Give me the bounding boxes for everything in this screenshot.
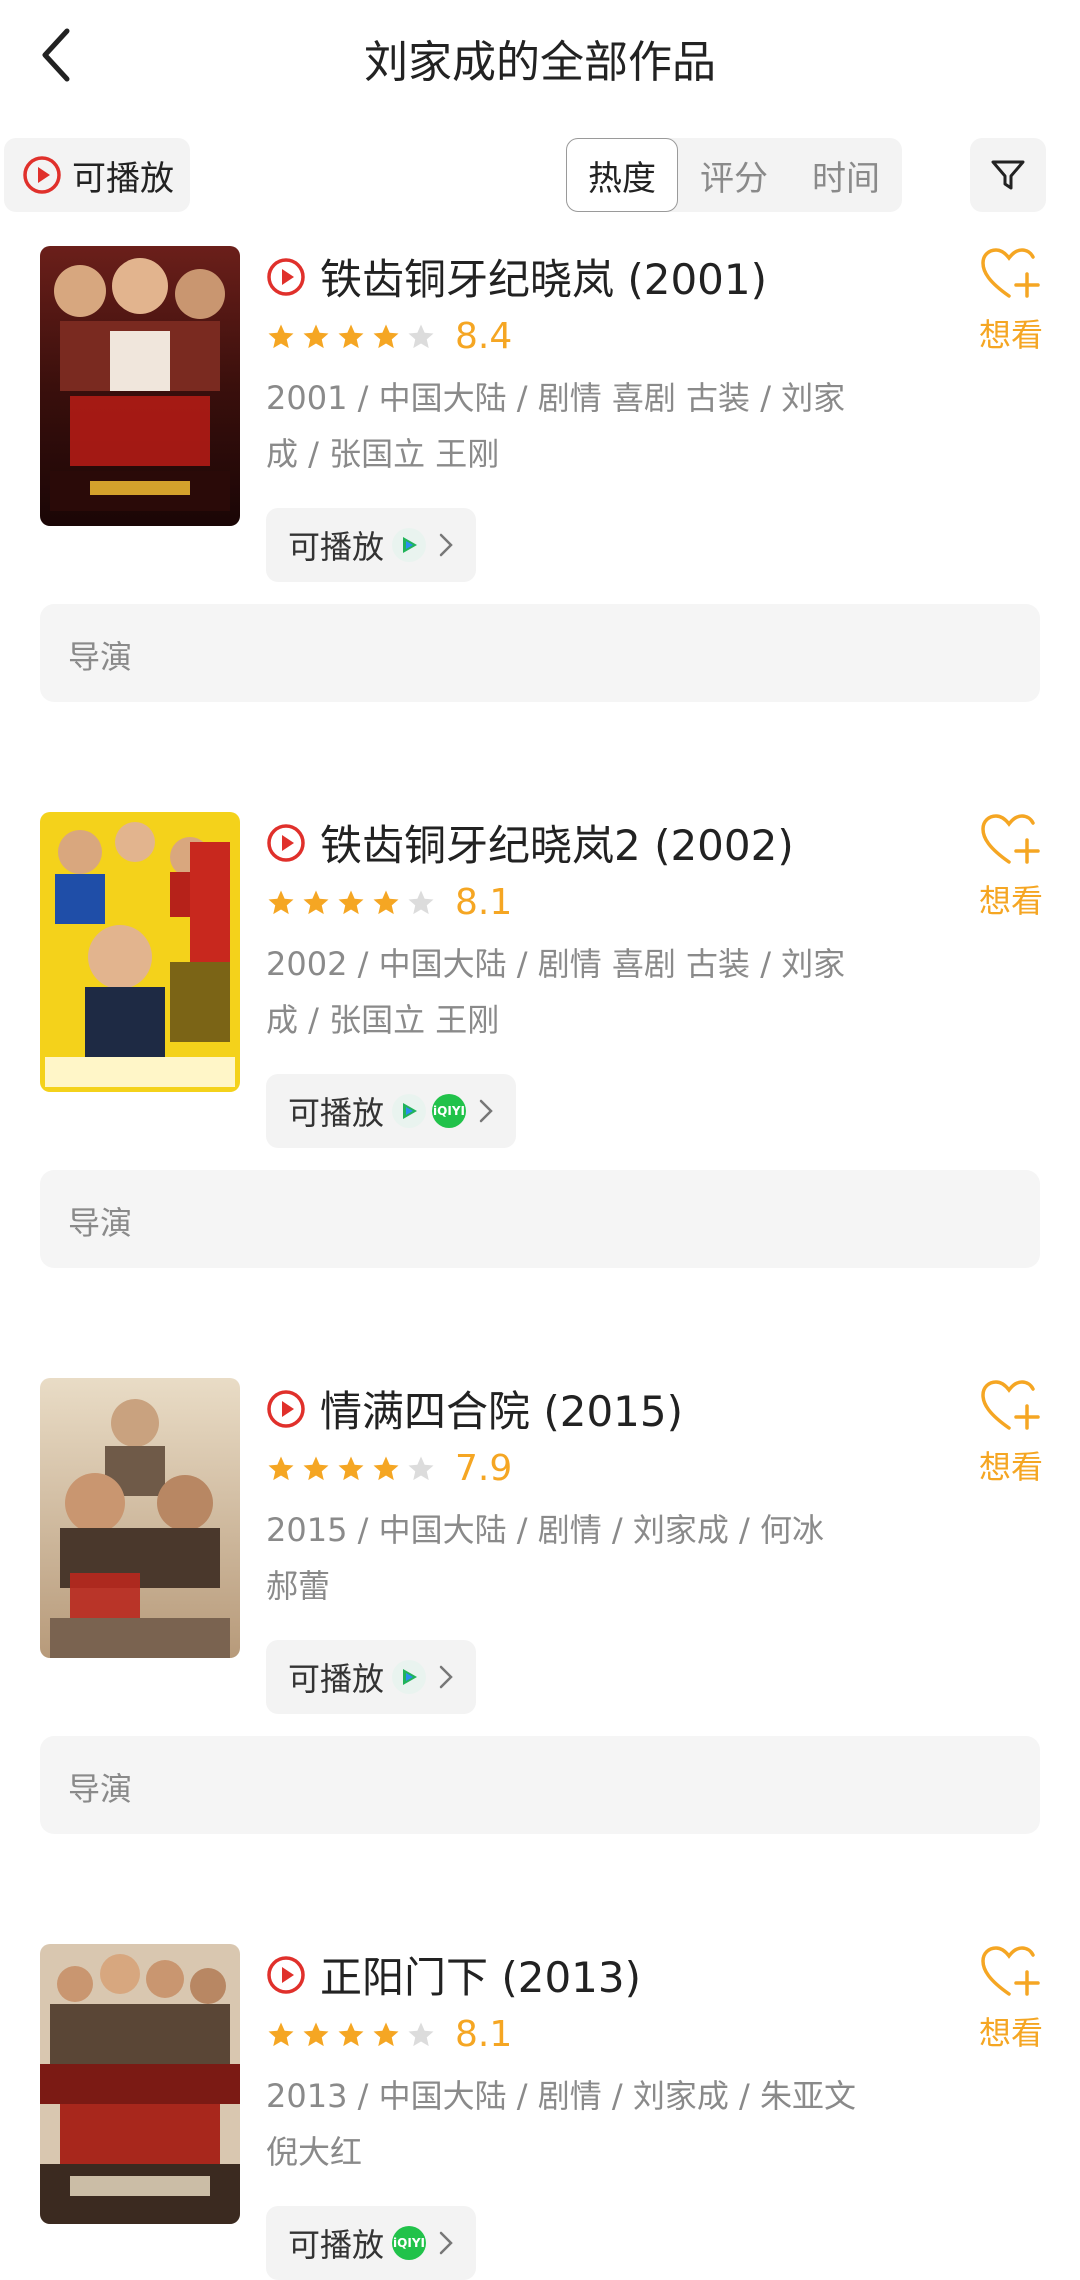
work-title-text: 情满四合院 (2015) xyxy=(320,1387,684,1436)
heart-plus-icon xyxy=(981,1946,1040,1996)
playable-filter-chip[interactable]: 可播放 xyxy=(4,138,190,212)
poster-image[interactable] xyxy=(40,1944,240,2224)
work-title[interactable]: 铁齿铜牙纪晓岚 (2001) xyxy=(266,246,767,307)
director-section: 导演 xyxy=(40,604,1040,702)
want-label: 想看 xyxy=(978,1448,1043,1486)
star-filled-icon xyxy=(338,1456,364,1480)
top-nav-bar: 刘家成的全部作品 xyxy=(0,0,1080,110)
star-filled-icon xyxy=(268,324,294,348)
work-title-text: 铁齿铜牙纪晓岚 (2001) xyxy=(320,255,768,304)
rating-score: 8.1 xyxy=(455,2014,513,2055)
playable-button[interactable]: 可播放 xyxy=(266,508,477,582)
star-empty-icon xyxy=(408,2022,434,2046)
playable-filter-label: 可播放 xyxy=(72,158,174,199)
chevron-right-icon xyxy=(439,1665,453,1689)
playable-label: 可播放 xyxy=(288,1094,385,1132)
star-filled-icon xyxy=(268,1456,294,1480)
chevron-right-icon xyxy=(439,533,453,557)
work-meta: 2013 / 中国大陆 / 剧情 / 刘家成 / 朱亚文 倪大红 xyxy=(266,2077,856,2171)
play-circle-icon xyxy=(267,1955,305,1994)
want-to-watch-button[interactable]: 想看 xyxy=(966,812,1056,922)
star-filled-icon xyxy=(373,2022,399,2046)
tencent-video-icon xyxy=(392,528,427,562)
rating-row: 8.4 xyxy=(266,316,512,357)
work-title-text: 铁齿铜牙纪晓岚2 (2002) xyxy=(320,821,794,870)
director-label: 导演 xyxy=(68,1204,133,1242)
director-section: 导演 xyxy=(40,1170,1040,1268)
want-label: 想看 xyxy=(978,2014,1043,2052)
sort-tabs: 热度 评分 时间 xyxy=(566,138,902,212)
star-filled-icon xyxy=(303,2022,329,2046)
rating-row: 8.1 xyxy=(266,882,512,923)
work-meta: 2015 / 中国大陆 / 剧情 / 刘家成 / 何冰 郝蕾 xyxy=(266,1511,824,1605)
tencent-video-icon xyxy=(392,1094,427,1128)
want-label: 想看 xyxy=(978,882,1043,920)
director-section: 导演 xyxy=(40,1736,1040,1834)
play-circle-icon xyxy=(267,1389,305,1428)
sort-tab-popularity[interactable]: 热度 xyxy=(566,138,678,212)
work-title[interactable]: 铁齿铜牙纪晓岚2 (2002) xyxy=(266,812,794,873)
playable-button[interactable]: 可播放 iQIYI xyxy=(266,2206,477,2280)
play-circle-icon xyxy=(267,257,305,296)
rating-score: 8.1 xyxy=(455,882,513,923)
filter-button[interactable] xyxy=(970,138,1046,212)
star-empty-icon xyxy=(408,324,434,348)
play-circle-icon xyxy=(23,156,61,194)
want-label: 想看 xyxy=(978,316,1043,354)
heart-plus-icon xyxy=(981,1380,1040,1430)
star-filled-icon xyxy=(373,890,399,914)
funnel-icon xyxy=(991,160,1025,190)
work-title[interactable]: 情满四合院 (2015) xyxy=(266,1378,683,1439)
star-empty-icon xyxy=(408,1456,434,1480)
star-filled-icon xyxy=(338,324,364,348)
rating-score: 8.4 xyxy=(455,316,513,357)
star-filled-icon xyxy=(338,2022,364,2046)
playable-button[interactable]: 可播放 xyxy=(266,1640,477,1714)
star-filled-icon xyxy=(373,1456,399,1480)
director-label: 导演 xyxy=(68,638,133,676)
star-filled-icon xyxy=(268,2022,294,2046)
work-title[interactable]: 正阳门下 (2013) xyxy=(266,1944,641,2005)
work-title-text: 正阳门下 (2013) xyxy=(320,1953,642,2002)
iqiyi-icon: iQIYI xyxy=(432,1094,467,1128)
sort-tab-time[interactable]: 时间 xyxy=(790,138,902,212)
star-filled-icon xyxy=(303,1456,329,1480)
heart-plus-icon xyxy=(981,814,1040,864)
poster-image[interactable] xyxy=(40,246,240,526)
page-title: 刘家成的全部作品 xyxy=(364,37,716,88)
poster-image[interactable] xyxy=(40,1378,240,1658)
star-filled-icon xyxy=(268,890,294,914)
work-meta: 2001 / 中国大陆 / 剧情 喜剧 古装 / 刘家成 / 张国立 王刚 xyxy=(266,379,846,473)
rating-score: 7.9 xyxy=(455,1448,513,1489)
tencent-video-icon xyxy=(392,1660,427,1694)
chevron-right-icon xyxy=(479,1099,493,1123)
star-empty-icon xyxy=(408,890,434,914)
want-to-watch-button[interactable]: 想看 xyxy=(966,246,1056,356)
want-to-watch-button[interactable]: 想看 xyxy=(966,1378,1056,1488)
want-to-watch-button[interactable]: 想看 xyxy=(966,1944,1056,2054)
play-circle-icon xyxy=(267,823,305,862)
playable-label: 可播放 xyxy=(288,1660,385,1698)
filter-bar: 可播放 热度 评分 时间 xyxy=(0,138,1080,218)
poster-image[interactable] xyxy=(40,812,240,1092)
star-filled-icon xyxy=(373,324,399,348)
iqiyi-icon: iQIYI xyxy=(392,2226,427,2260)
star-filled-icon xyxy=(303,324,329,348)
playable-label: 可播放 xyxy=(288,2226,385,2264)
rating-row: 8.1 xyxy=(266,2014,512,2055)
director-label: 导演 xyxy=(68,1770,133,1808)
star-filled-icon xyxy=(338,890,364,914)
chevron-right-icon xyxy=(439,2231,453,2255)
heart-plus-icon xyxy=(981,248,1040,298)
playable-label: 可播放 xyxy=(288,528,385,566)
playable-button[interactable]: 可播放 iQIYI xyxy=(266,1074,517,1148)
sort-tab-rating[interactable]: 评分 xyxy=(678,138,790,212)
work-meta: 2002 / 中国大陆 / 剧情 喜剧 古装 / 刘家成 / 张国立 王刚 xyxy=(266,945,846,1039)
rating-row: 7.9 xyxy=(266,1448,512,1489)
star-filled-icon xyxy=(303,890,329,914)
